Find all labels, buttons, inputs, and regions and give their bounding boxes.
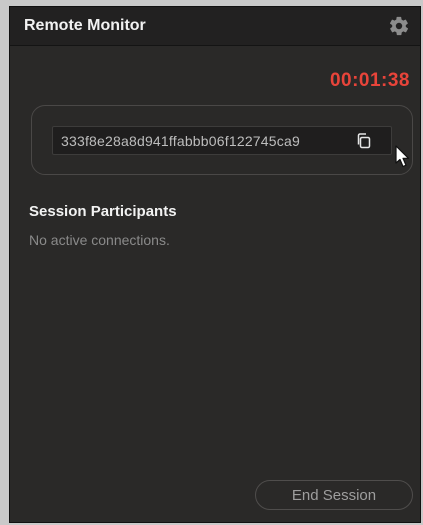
end-session-button[interactable]: End Session <box>255 480 413 510</box>
remote-monitor-panel: Remote Monitor 00:01:38 333f8e28a8d941ff… <box>9 6 421 523</box>
gear-icon[interactable] <box>388 15 410 37</box>
participants-heading: Session Participants <box>29 203 177 220</box>
session-id-text: 333f8e28a8d941ffabbb06f122745ca9 <box>61 132 300 149</box>
session-timer: 00:01:38 <box>329 70 410 91</box>
title-bar: Remote Monitor <box>10 7 420 46</box>
session-id-field[interactable]: 333f8e28a8d941ffabbb06f122745ca9 <box>52 126 392 155</box>
no-connections-message: No active connections. <box>29 232 170 248</box>
mouse-pointer-icon <box>395 145 410 168</box>
window-title: Remote Monitor <box>24 17 146 34</box>
session-id-card: 333f8e28a8d941ffabbb06f122745ca9 <box>31 105 413 175</box>
copy-icon[interactable] <box>355 132 373 150</box>
